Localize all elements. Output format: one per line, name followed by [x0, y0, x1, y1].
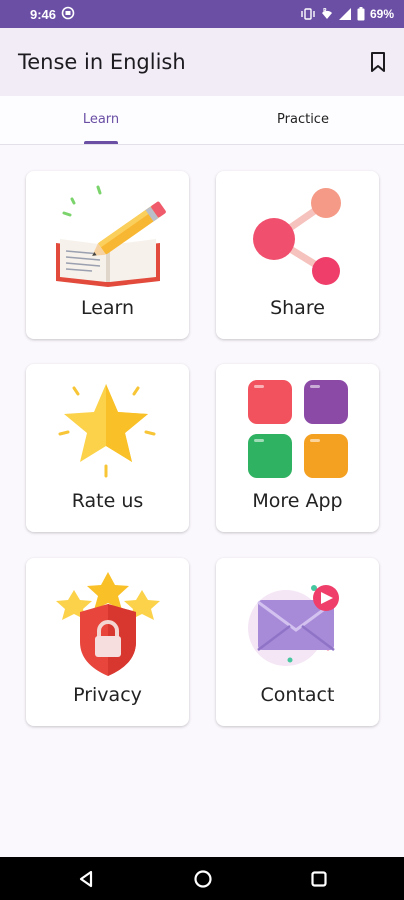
book-pencil-icon	[56, 185, 166, 287]
learn-card[interactable]: Learn	[26, 171, 189, 339]
notification-icon	[61, 6, 75, 20]
status-time: 9:46	[30, 7, 57, 22]
rate-us-card-label: Rate us	[71, 490, 144, 512]
tab-learn[interactable]: Learn	[0, 96, 202, 144]
svg-text:R: R	[323, 8, 327, 14]
apps-grid-icon	[248, 380, 348, 478]
shield-lock-icon	[56, 572, 160, 676]
share-card-label: Share	[270, 297, 325, 319]
tab-practice[interactable]: Practice	[202, 96, 404, 144]
more-app-card-label: More App	[252, 490, 343, 512]
learn-card-label: Learn	[80, 297, 135, 319]
privacy-card-label: Privacy	[73, 684, 142, 706]
contact-card[interactable]: Contact	[216, 558, 379, 726]
privacy-card[interactable]: Privacy	[26, 558, 189, 726]
battery-percent: 69%	[369, 7, 394, 21]
page-title: Tense in English	[18, 50, 186, 74]
tab-bar: Learn Practice	[0, 96, 404, 145]
rate-us-card[interactable]: Rate us	[26, 364, 189, 532]
status-icons: R 69%	[300, 5, 394, 23]
signal-icon	[338, 8, 351, 20]
tab-learn-label: Learn	[82, 112, 120, 127]
contact-card-label: Contact	[260, 684, 335, 706]
bookmark-icon[interactable]	[366, 50, 390, 74]
star-icon	[58, 384, 156, 478]
share-card[interactable]: Share	[216, 171, 379, 339]
home-icon[interactable]	[191, 867, 215, 891]
vibrate-icon	[301, 8, 315, 20]
status-bar: 9:46 R 69%	[0, 0, 404, 28]
tab-practice-label: Practice	[277, 112, 329, 127]
mail-icon	[248, 585, 339, 666]
tab-indicator	[84, 141, 118, 144]
wifi-icon: R	[321, 8, 332, 19]
app-bar: Tense in English	[0, 28, 404, 96]
system-nav-bar	[0, 857, 404, 900]
battery-icon	[357, 7, 365, 21]
recents-icon[interactable]	[307, 867, 331, 891]
back-icon[interactable]	[74, 867, 98, 891]
more-app-card[interactable]: More App	[216, 364, 379, 532]
share-icon	[253, 188, 341, 285]
